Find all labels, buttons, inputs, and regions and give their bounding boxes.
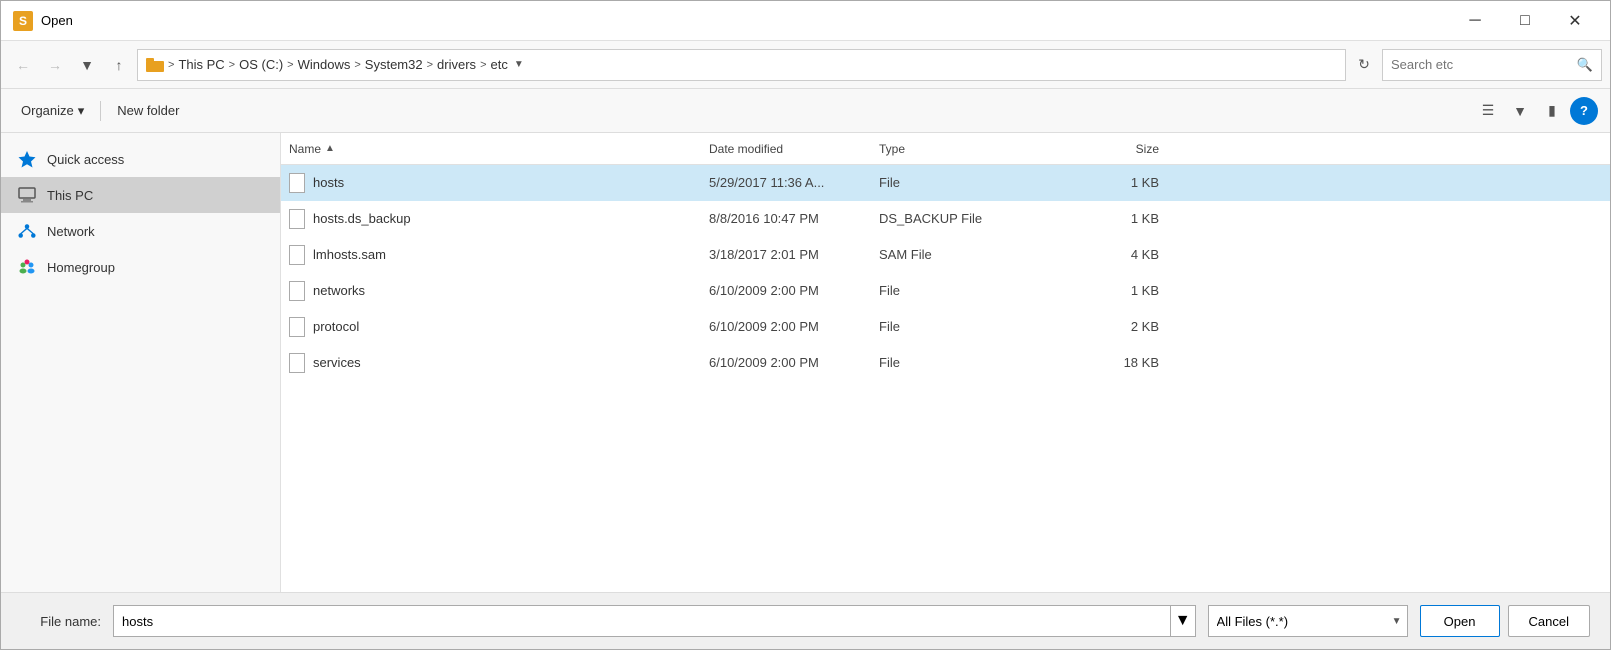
file-icon-services [289,353,305,373]
file-row-lmhosts-sam[interactable]: lmhosts.sam 3/18/2017 2:01 PM SAM File 4… [281,237,1610,273]
file-icon-hosts-ds-backup [289,209,305,229]
file-type-select[interactable]: All Files (*.*) Text Files (*.txt) [1208,605,1408,637]
toolbar-right: ☰ ▼ ▮ ? [1474,97,1598,125]
file-name-label: File name: [21,614,101,629]
help-button[interactable]: ? [1570,97,1598,125]
this-pc-icon [17,185,37,205]
bottom-bar: File name: ▼ All Files (*.*) Text Files … [1,592,1610,649]
sidebar-item-homegroup[interactable]: Homegroup [1,249,280,285]
recent-button[interactable]: ▼ [73,51,101,79]
breadcrumb-drivers: drivers [437,57,476,72]
file-list-header: Name ▲ Date modified Type Size [281,133,1610,165]
network-icon [17,221,37,241]
file-row-protocol[interactable]: protocol 6/10/2009 2:00 PM File 2 KB [281,309,1610,345]
file-name-dropdown-button[interactable]: ▼ [1171,605,1196,637]
homegroup-icon [17,257,37,277]
search-input[interactable] [1391,57,1577,72]
view-chevron-button[interactable]: ▼ [1506,97,1534,125]
back-button[interactable]: ← [9,51,37,79]
sidebar-item-this-pc[interactable]: This PC [1,177,280,213]
breadcrumb-os-c: OS (C:) [239,57,283,72]
close-button[interactable]: ✕ [1552,7,1598,35]
view-tiles-button[interactable]: ▮ [1538,97,1566,125]
open-button[interactable]: Open [1420,605,1500,637]
folder-icon [146,58,164,72]
sidebar-item-quick-access[interactable]: Quick access [1,141,280,177]
breadcrumb-this-pc: This PC [178,57,224,72]
sidebar-item-network-label: Network [47,224,95,239]
title-bar: S Open ─ □ ✕ [1,1,1610,41]
organize-label: Organize [21,103,74,118]
view-list-icon: ☰ [1482,102,1495,119]
minimize-button[interactable]: ─ [1452,7,1498,35]
open-dialog: S Open ─ □ ✕ ← → ▼ ↑ > This PC > OS (C:)… [0,0,1611,650]
organize-button[interactable]: Organize ▾ [13,96,92,126]
breadcrumb-system32: System32 [365,57,423,72]
file-row-networks[interactable]: networks 6/10/2009 2:00 PM File 1 KB [281,273,1610,309]
search-box[interactable]: 🔍 [1382,49,1602,81]
app-icon: S [13,11,33,31]
forward-button[interactable]: → [41,51,69,79]
bottom-row-1: File name: ▼ All Files (*.*) Text Files … [21,605,1590,637]
breadcrumb-windows: Windows [298,57,351,72]
new-folder-label: New folder [117,103,179,118]
file-name-services: services [289,353,709,373]
file-icon-lmhosts-sam [289,245,305,265]
file-row-hosts[interactable]: hosts 5/29/2017 11:36 A... File 1 KB [281,165,1610,201]
breadcrumbs: > This PC > OS (C:) > Windows > System32… [146,57,1337,72]
breadcrumb-etc: etc [491,57,508,72]
file-name-hosts-ds-backup: hosts.ds_backup [289,209,709,229]
sidebar-item-this-pc-label: This PC [47,188,93,203]
sidebar: Quick access This PC [1,133,281,592]
toolbar-row: Organize ▾ New folder ☰ ▼ ▮ ? [1,89,1610,133]
file-row-services[interactable]: services 6/10/2009 2:00 PM File 18 KB [281,345,1610,381]
file-name-hosts: hosts [289,173,709,193]
address-chevron-icon: ▼ [514,59,524,70]
file-name-lmhosts-sam: lmhosts.sam [289,245,709,265]
dialog-title: Open [41,13,1452,28]
file-list: hosts 5/29/2017 11:36 A... File 1 KB hos… [281,165,1610,592]
new-folder-button[interactable]: New folder [109,96,187,126]
up-button[interactable]: ↑ [105,51,133,79]
file-list-area: Name ▲ Date modified Type Size hosts 5/2… [281,133,1610,592]
action-buttons: Open Cancel [1420,605,1590,637]
refresh-button[interactable]: ↻ [1350,51,1378,79]
main-content: Quick access This PC [1,133,1610,592]
toolbar-separator [100,101,101,121]
window-controls: ─ □ ✕ [1452,7,1598,35]
address-bar-row: ← → ▼ ↑ > This PC > OS (C:) > Windows > … [1,41,1610,89]
search-icon: 🔍 [1577,57,1593,73]
sidebar-item-quick-access-label: Quick access [47,152,124,167]
quick-access-icon [17,149,37,169]
file-name-protocol: protocol [289,317,709,337]
view-tiles-icon: ▮ [1548,102,1556,119]
view-chevron-icon: ▼ [1513,103,1527,119]
file-row-hosts-ds-backup[interactable]: hosts.ds_backup 8/8/2016 10:47 PM DS_BAC… [281,201,1610,237]
sidebar-item-homegroup-label: Homegroup [47,260,115,275]
col-name-header[interactable]: Name ▲ [289,142,709,156]
file-icon-networks [289,281,305,301]
file-name-networks: networks [289,281,709,301]
file-name-input[interactable] [113,605,1171,637]
file-type-select-wrapper[interactable]: All Files (*.*) Text Files (*.txt) ▼ [1208,605,1408,637]
col-type-header[interactable]: Type [879,142,1059,156]
view-list-button[interactable]: ☰ [1474,97,1502,125]
file-icon-hosts [289,173,305,193]
col-size-header[interactable]: Size [1059,142,1159,156]
maximize-button[interactable]: □ [1502,7,1548,35]
sort-arrow-icon: ▲ [325,143,335,154]
col-date-header[interactable]: Date modified [709,142,879,156]
address-box[interactable]: > This PC > OS (C:) > Windows > System32… [137,49,1346,81]
cancel-button[interactable]: Cancel [1508,605,1590,637]
sidebar-item-network[interactable]: Network [1,213,280,249]
file-icon-protocol [289,317,305,337]
organize-chevron-icon: ▾ [78,103,85,119]
